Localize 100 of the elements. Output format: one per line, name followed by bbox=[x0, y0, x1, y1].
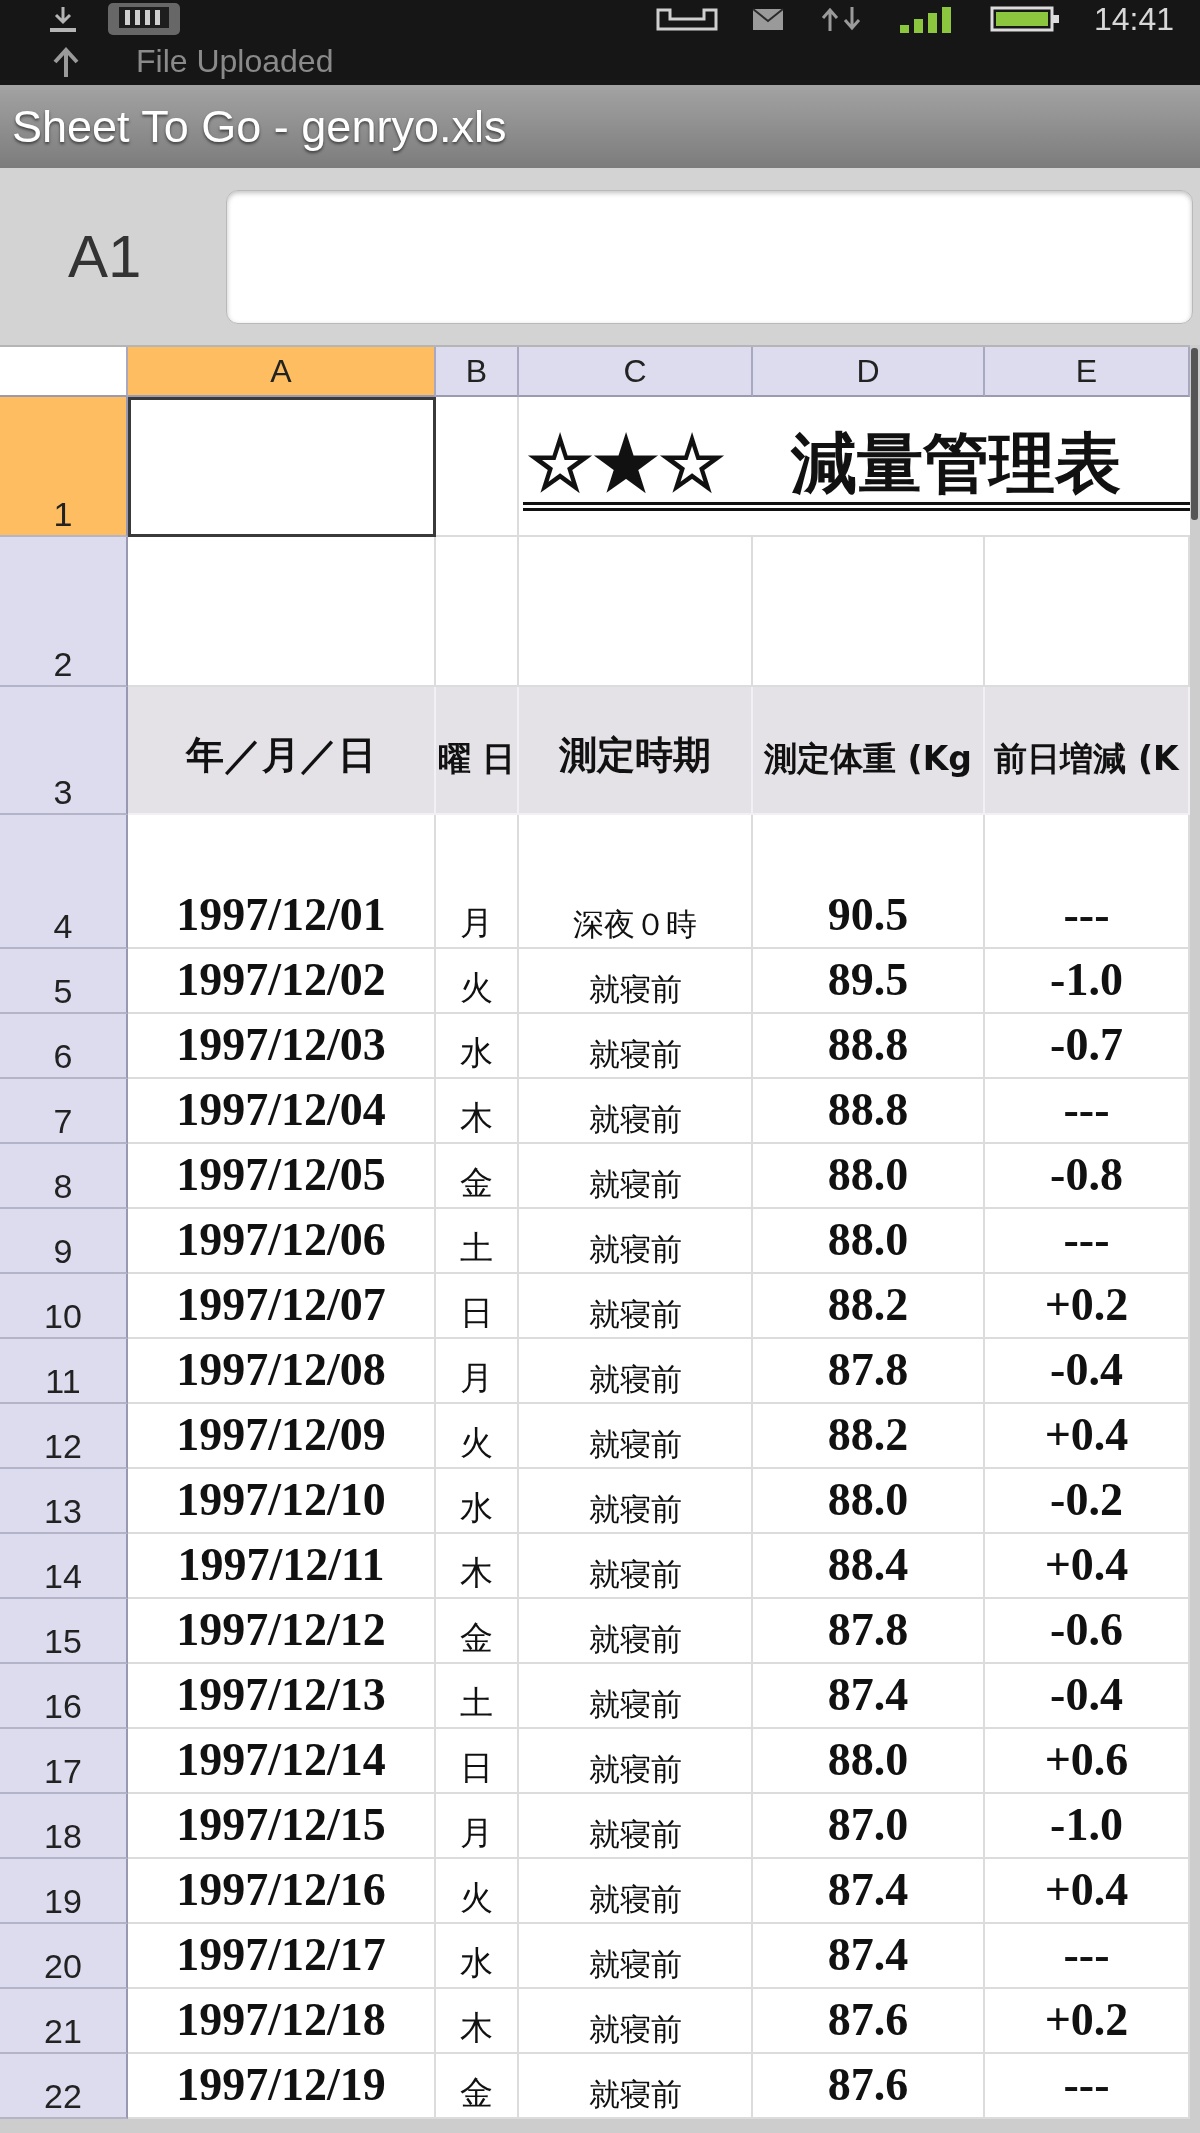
table-cell: 水 bbox=[436, 1924, 519, 1989]
table-cell: 就寝前 bbox=[519, 1209, 753, 1274]
table-cell: 88.0 bbox=[753, 1469, 985, 1534]
table-cell: 就寝前 bbox=[519, 1599, 753, 1664]
row-header[interactable]: 19 bbox=[0, 1859, 128, 1924]
select-all-corner[interactable] bbox=[0, 347, 128, 397]
table-cell: 1997/12/04 bbox=[128, 1079, 436, 1144]
table-cell: 水 bbox=[436, 1014, 519, 1079]
table-cell: 火 bbox=[436, 949, 519, 1014]
row-header[interactable]: 1 bbox=[0, 397, 128, 537]
table-cell: --- bbox=[985, 1079, 1190, 1144]
row-header[interactable]: 6 bbox=[0, 1014, 128, 1079]
row-header[interactable]: 4 bbox=[0, 815, 128, 949]
table-cell: 1997/12/12 bbox=[128, 1599, 436, 1664]
table-cell: +0.6 bbox=[985, 1729, 1190, 1794]
table-cell: 88.8 bbox=[753, 1014, 985, 1079]
table-cell: 就寝前 bbox=[519, 1729, 753, 1794]
table-cell: -0.7 bbox=[985, 1014, 1190, 1079]
table-cell: +0.4 bbox=[985, 1404, 1190, 1469]
table-cell: 1997/12/05 bbox=[128, 1144, 436, 1209]
clock: 14:41 bbox=[1093, 3, 1174, 35]
table-cell: -1.0 bbox=[985, 1794, 1190, 1859]
header-cell: 年／月／日 bbox=[128, 687, 436, 815]
row-header[interactable]: 3 bbox=[0, 687, 128, 815]
table-cell: 月 bbox=[436, 815, 519, 949]
table-cell: 1997/12/06 bbox=[128, 1209, 436, 1274]
table-cell: -0.4 bbox=[985, 1339, 1190, 1404]
table-cell: -0.2 bbox=[985, 1469, 1190, 1534]
row-header[interactable]: 14 bbox=[0, 1534, 128, 1599]
row-header[interactable]: 12 bbox=[0, 1404, 128, 1469]
table-cell: 就寝前 bbox=[519, 1534, 753, 1599]
table-cell: 88.8 bbox=[753, 1079, 985, 1144]
table-cell: 1997/12/03 bbox=[128, 1014, 436, 1079]
table-cell: 就寝前 bbox=[519, 1274, 753, 1339]
row-header[interactable]: 20 bbox=[0, 1924, 128, 1989]
table-cell: 月 bbox=[436, 1794, 519, 1859]
battery-icon bbox=[989, 4, 1060, 34]
table-cell: -0.4 bbox=[985, 1664, 1190, 1729]
header-cell: 前日増減 (K bbox=[985, 687, 1190, 815]
column-header[interactable]: D bbox=[753, 347, 985, 397]
table-cell: 88.4 bbox=[753, 1534, 985, 1599]
table-cell: 1997/12/11 bbox=[128, 1534, 436, 1599]
table-cell: 就寝前 bbox=[519, 1144, 753, 1209]
row-header[interactable]: 17 bbox=[0, 1729, 128, 1794]
row-header[interactable]: 16 bbox=[0, 1664, 128, 1729]
table-cell: 日 bbox=[436, 1729, 519, 1794]
table-cell: 就寝前 bbox=[519, 1664, 753, 1729]
table-cell: 就寝前 bbox=[519, 1924, 753, 1989]
table-cell: 深夜０時 bbox=[519, 815, 753, 949]
selected-cell[interactable] bbox=[128, 397, 436, 537]
table-cell: +0.2 bbox=[985, 1989, 1190, 2054]
column-header[interactable]: B bbox=[436, 347, 519, 397]
table-cell: 87.4 bbox=[753, 1924, 985, 1989]
cell-reference: A1 bbox=[68, 222, 142, 290]
row-header[interactable]: 11 bbox=[0, 1339, 128, 1404]
row-header[interactable]: 15 bbox=[0, 1599, 128, 1664]
column-header[interactable]: C bbox=[519, 347, 753, 397]
table-cell: 87.8 bbox=[753, 1599, 985, 1664]
table-cell: 木 bbox=[436, 1534, 519, 1599]
table-cell: 就寝前 bbox=[519, 1859, 753, 1924]
table-cell: 1997/12/13 bbox=[128, 1664, 436, 1729]
row-header[interactable]: 8 bbox=[0, 1144, 128, 1209]
table-cell: -0.8 bbox=[985, 1144, 1190, 1209]
table-cell: 就寝前 bbox=[519, 1014, 753, 1079]
row-header[interactable]: 10 bbox=[0, 1274, 128, 1339]
table-cell: 就寝前 bbox=[519, 949, 753, 1014]
scroll-thumb[interactable] bbox=[1191, 348, 1198, 520]
table-cell: 日 bbox=[436, 1274, 519, 1339]
row-header[interactable]: 21 bbox=[0, 1989, 128, 2054]
window-title: Sheet To Go - genryo.xls bbox=[12, 101, 507, 152]
row-header[interactable]: 5 bbox=[0, 949, 128, 1014]
row-header[interactable]: 7 bbox=[0, 1079, 128, 1144]
table-cell: 90.5 bbox=[753, 815, 985, 949]
table-cell: +0.4 bbox=[985, 1859, 1190, 1924]
table-cell: --- bbox=[985, 815, 1190, 949]
notification-text: File Uploaded bbox=[136, 43, 334, 80]
column-header[interactable]: E bbox=[985, 347, 1190, 397]
table-cell: 1997/12/01 bbox=[128, 815, 436, 949]
formula-input[interactable] bbox=[226, 189, 1193, 324]
table-cell: 金 bbox=[436, 1599, 519, 1664]
table-cell: 就寝前 bbox=[519, 1079, 753, 1144]
table-cell: 1997/12/10 bbox=[128, 1469, 436, 1534]
table-cell: 1997/12/19 bbox=[128, 2054, 436, 2119]
table-cell: 88.0 bbox=[753, 1729, 985, 1794]
table-cell: 87.4 bbox=[753, 1859, 985, 1924]
table-cell: 87.8 bbox=[753, 1339, 985, 1404]
table-cell: -0.6 bbox=[985, 1599, 1190, 1664]
row-header[interactable]: 18 bbox=[0, 1794, 128, 1859]
row-header[interactable]: 13 bbox=[0, 1469, 128, 1534]
row-header[interactable]: 9 bbox=[0, 1209, 128, 1274]
table-cell: 88.0 bbox=[753, 1209, 985, 1274]
row-header[interactable]: 2 bbox=[0, 537, 128, 687]
column-header[interactable]: A bbox=[128, 347, 436, 397]
table-cell: 木 bbox=[436, 1079, 519, 1144]
table-cell: --- bbox=[985, 2054, 1190, 2119]
table-cell: 87.0 bbox=[753, 1794, 985, 1859]
table-cell: 87.4 bbox=[753, 1664, 985, 1729]
table-cell: 1997/12/08 bbox=[128, 1339, 436, 1404]
table-cell: 就寝前 bbox=[519, 1469, 753, 1534]
row-header[interactable]: 22 bbox=[0, 2054, 128, 2119]
